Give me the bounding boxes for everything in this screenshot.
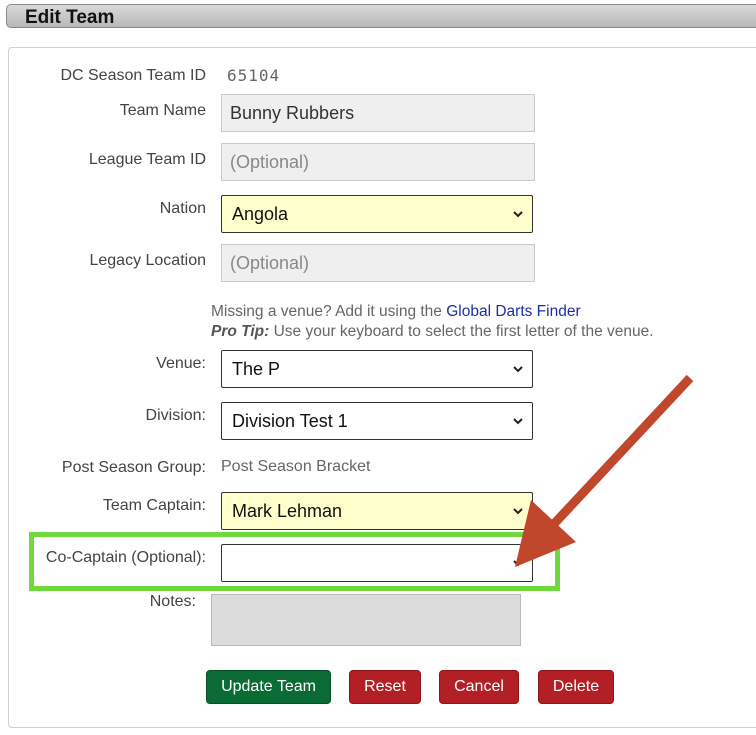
chevron-down-icon (513, 211, 523, 218)
delete-button[interactable]: Delete (538, 670, 614, 704)
pro-tip-body: Use your keyboard to select the first le… (269, 323, 654, 340)
pro-tip-text: Pro Tip: Use your keyboard to select the… (211, 323, 654, 341)
update-team-button[interactable]: Update Team (206, 670, 331, 704)
team-captain-value: Mark Lehman (232, 500, 343, 521)
season-team-id-value: 65104 (227, 66, 281, 85)
team-name-value: Bunny Rubbers (230, 102, 355, 123)
venue-value: The P (232, 358, 281, 379)
division-value: Division Test 1 (232, 410, 348, 431)
nation-label: Nation (159, 200, 206, 217)
team-name-label: Team Name (119, 102, 206, 119)
league-team-id-label: League Team ID (88, 151, 206, 168)
team-captain-label: Team Captain: (102, 497, 206, 514)
legacy-location-placeholder: (Optional) (230, 252, 310, 273)
league-team-id-input[interactable]: (Optional) (221, 143, 535, 181)
cancel-button[interactable]: Cancel (439, 670, 519, 704)
league-team-id-placeholder: (Optional) (230, 151, 310, 172)
notes-textarea[interactable] (211, 594, 521, 646)
chevron-down-icon (513, 418, 523, 425)
co-captain-highlight-box (29, 532, 560, 591)
venue-help-prefix: Missing a venue? Add it using the (211, 303, 447, 320)
global-darts-finder-link[interactable]: Global Darts Finder (446, 303, 580, 320)
venue-select[interactable]: The P (221, 350, 533, 388)
legacy-location-input[interactable]: (Optional) (221, 244, 535, 282)
team-captain-select[interactable]: Mark Lehman (221, 492, 533, 530)
notes-label: Notes: (149, 593, 196, 610)
chevron-down-icon (513, 366, 523, 373)
nation-select[interactable]: Angola (221, 195, 533, 233)
season-team-id-label: DC Season Team ID (60, 67, 206, 84)
reset-button[interactable]: Reset (349, 670, 421, 704)
division-select[interactable]: Division Test 1 (221, 402, 533, 440)
venue-label: Venue: (156, 355, 206, 372)
nation-value: Angola (232, 203, 289, 224)
section-header: Edit Team (6, 4, 756, 28)
team-name-input[interactable]: Bunny Rubbers (221, 94, 535, 132)
page-title: Edit Team (25, 7, 115, 28)
pro-tip-label: Pro Tip: (211, 323, 270, 340)
division-label: Division: (145, 407, 206, 424)
post-season-group-label: Post Season Group: (61, 459, 206, 476)
legacy-location-label: Legacy Location (89, 252, 206, 269)
post-season-group-value: Post Season Bracket (221, 458, 371, 475)
venue-help-text: Missing a venue? Add it using the Global… (211, 303, 581, 321)
chevron-down-icon (513, 508, 523, 515)
